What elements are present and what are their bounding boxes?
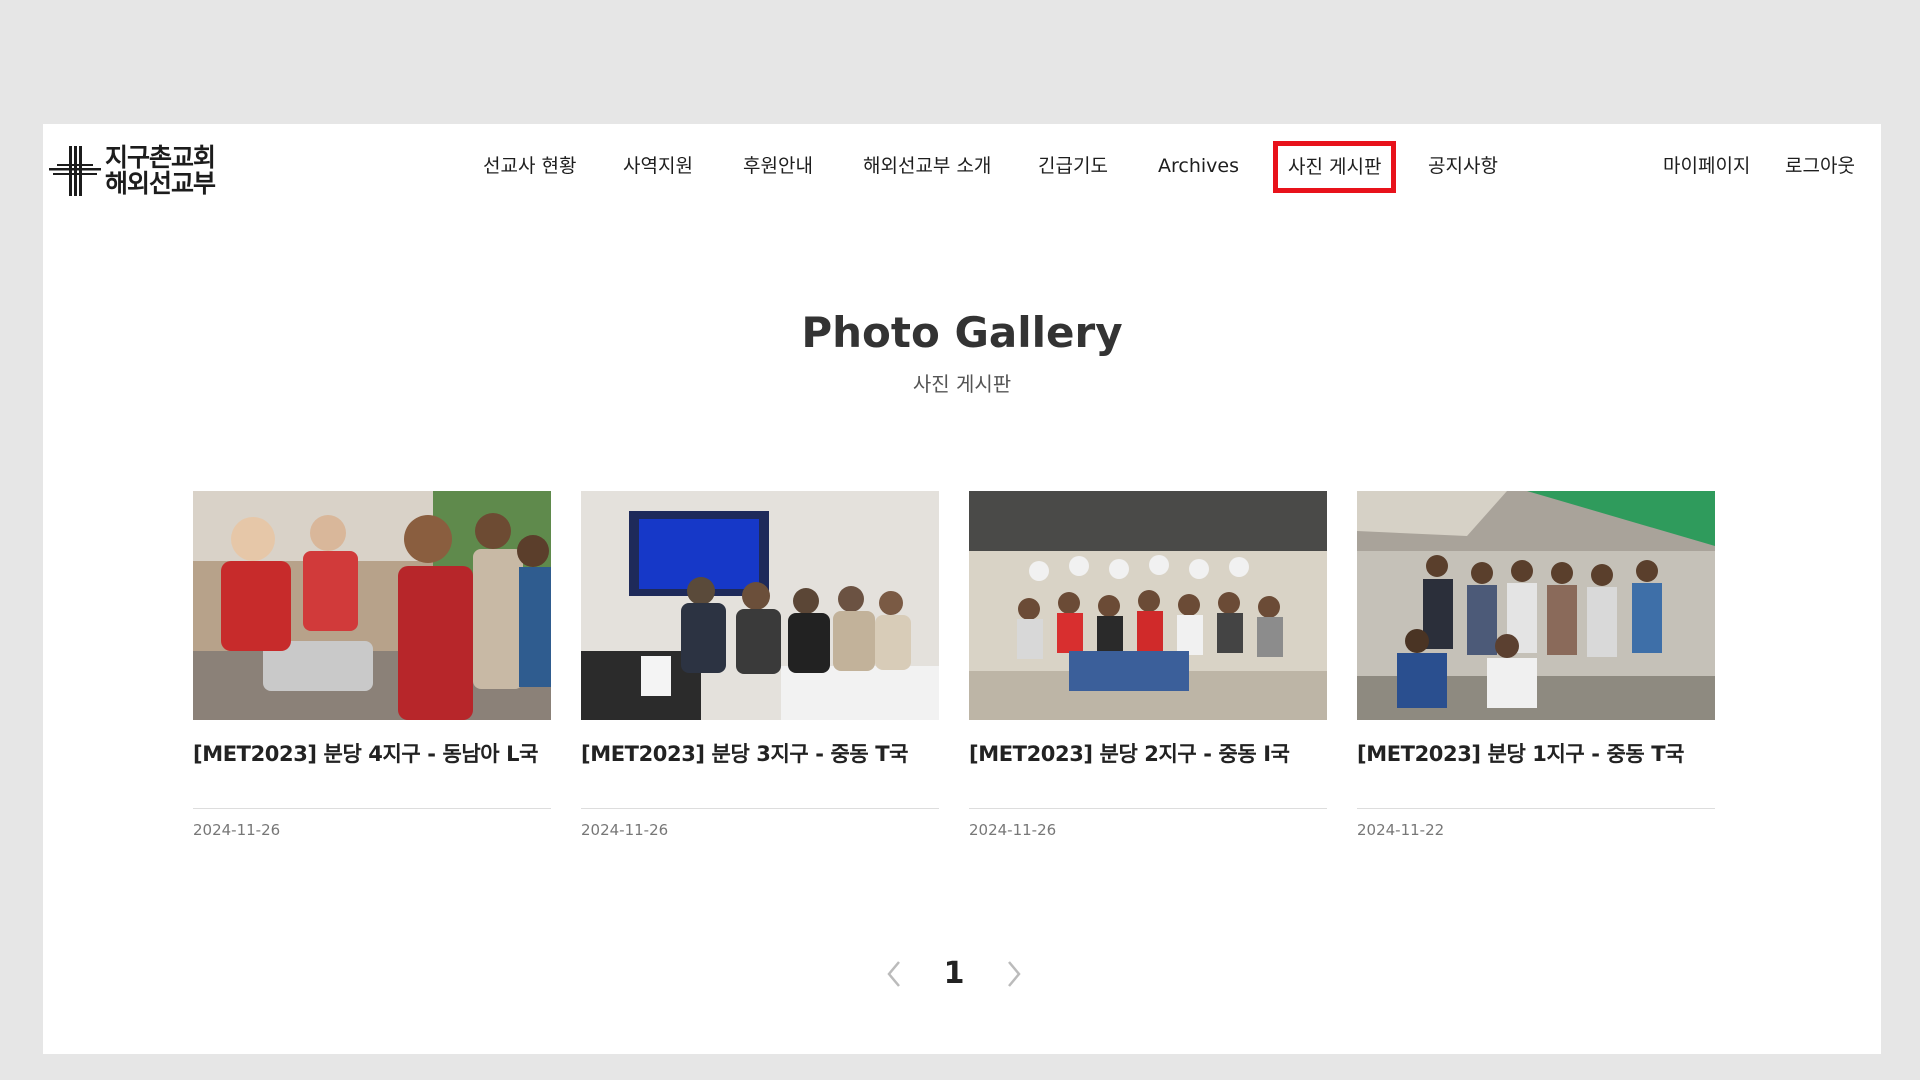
page-panel: 지구촌교회 해외선교부 선교사 현황 사역지원 후원안내 해외선교부 소개 긴급…: [43, 124, 1881, 1054]
gallery-thumbnail[interactable]: [1357, 491, 1715, 720]
nav-archives[interactable]: Archives: [1158, 140, 1239, 192]
divider: [969, 808, 1327, 809]
gallery-card-date: 2024-11-22: [1357, 821, 1445, 839]
page-title: Photo Gallery: [801, 308, 1123, 357]
gallery-thumbnail[interactable]: [193, 491, 551, 720]
chevron-left-icon[interactable]: [879, 954, 909, 994]
cross-logo-icon: [49, 146, 101, 196]
chevron-right-icon[interactable]: [999, 954, 1029, 994]
gallery-card-title[interactable]: [MET2023] 분당 4지구 - 동남아 L국: [193, 738, 551, 768]
nav-sponsorship[interactable]: 후원안내: [743, 140, 813, 192]
gallery-card[interactable]: [MET2023] 분당 3지구 - 중동 T국 2024-11-26: [581, 491, 939, 839]
nav-missionary-status[interactable]: 선교사 현황: [483, 140, 576, 192]
pagination: 1: [43, 954, 1881, 994]
gallery-card-date: 2024-11-26: [969, 821, 1057, 839]
gallery-card[interactable]: [MET2023] 분당 2지구 - 중동 I국 2024-11-26: [969, 491, 1327, 839]
site-logo[interactable]: 지구촌교회 해외선교부: [49, 143, 216, 198]
nav-ministry-support[interactable]: 사역지원: [623, 140, 693, 192]
gallery-card[interactable]: [MET2023] 분당 4지구 - 동남아 L국 2024-11-26: [193, 491, 551, 839]
gallery-card-date: 2024-11-26: [581, 821, 669, 839]
gallery-card[interactable]: [MET2023] 분당 1지구 - 중동 T국 2024-11-22: [1357, 491, 1715, 839]
gallery-card-title[interactable]: [MET2023] 분당 1지구 - 중동 T국: [1357, 738, 1715, 768]
logo-line-1: 지구촌교회: [105, 143, 216, 172]
nav-about[interactable]: 해외선교부 소개: [863, 140, 991, 192]
gallery-thumbnail[interactable]: [969, 491, 1327, 720]
gallery-card-title[interactable]: [MET2023] 분당 2지구 - 중동 I국: [969, 738, 1327, 768]
divider: [1357, 808, 1715, 809]
nav-photo-board[interactable]: 사진 게시판: [1273, 141, 1397, 193]
logo-line-2: 해외선교부: [105, 169, 216, 198]
gallery-card-date: 2024-11-26: [193, 821, 281, 839]
gallery-card-title[interactable]: [MET2023] 분당 3지구 - 중동 T국: [581, 738, 939, 768]
nav-mypage[interactable]: 마이페이지: [1663, 140, 1750, 192]
photo-image: [581, 491, 939, 720]
page-subtitle: 사진 게시판: [912, 372, 1012, 396]
photo-image: [969, 491, 1327, 720]
photo-image: [1357, 491, 1715, 720]
logo-text: 지구촌교회 해외선교부: [105, 143, 216, 198]
photo-image: [193, 491, 551, 720]
nav-urgent-prayer[interactable]: 긴급기도: [1038, 140, 1108, 192]
divider: [581, 808, 939, 809]
page-number[interactable]: 1: [939, 954, 969, 994]
nav-logout[interactable]: 로그아웃: [1785, 140, 1855, 192]
nav-notices[interactable]: 공지사항: [1428, 140, 1498, 192]
gallery-thumbnail[interactable]: [581, 491, 939, 720]
divider: [193, 808, 551, 809]
